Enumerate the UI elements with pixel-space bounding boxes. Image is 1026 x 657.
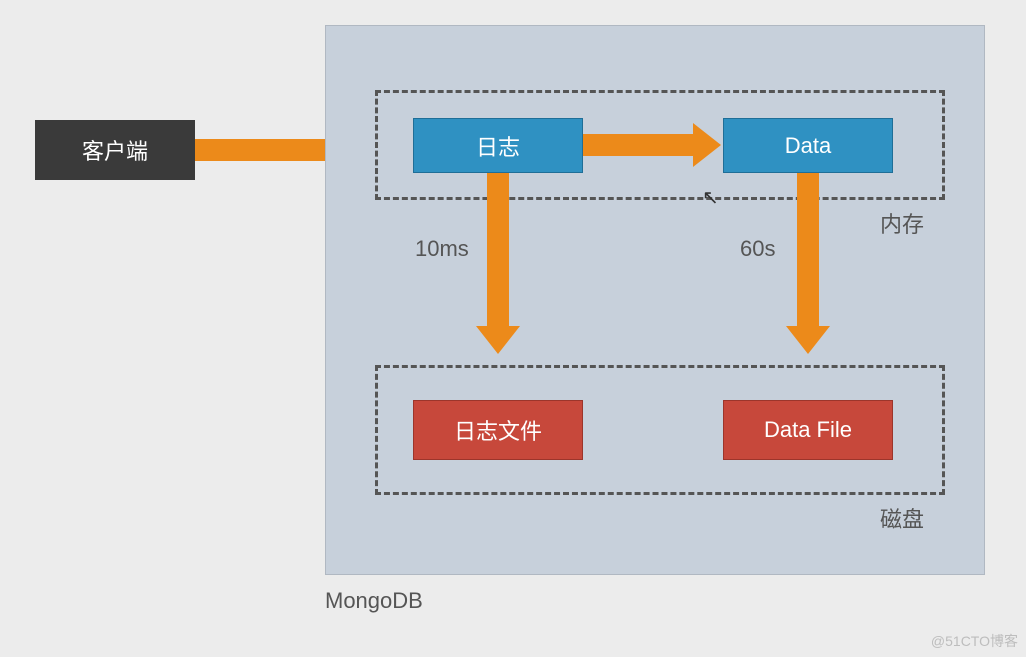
log-flush-interval: 10ms <box>415 236 469 262</box>
data-file-box: Data File <box>723 400 893 460</box>
data-flush-interval: 60s <box>740 236 775 262</box>
log-file-label: 日志文件 <box>454 414 542 446</box>
log-memory-label: 日志 <box>476 130 520 162</box>
arrow-log-to-logfile <box>487 173 509 326</box>
mongodb-label: MongoDB <box>325 588 423 614</box>
data-memory-box: Data <box>723 118 893 173</box>
arrow-data-to-datafile <box>797 173 819 326</box>
log-file-box: 日志文件 <box>413 400 583 460</box>
client-box: 客户端 <box>35 120 195 180</box>
disk-label: 磁盘 <box>880 502 924 534</box>
arrow-client-to-mongo <box>195 139 325 161</box>
data-memory-label: Data <box>785 133 831 159</box>
memory-label: 内存 <box>880 207 924 239</box>
watermark: @51CTO博客 <box>931 631 1018 651</box>
data-file-label: Data File <box>764 417 852 443</box>
cursor-icon: ↖ <box>702 185 719 210</box>
client-label: 客户端 <box>82 134 148 166</box>
arrow-log-to-data <box>583 134 693 156</box>
log-memory-box: 日志 <box>413 118 583 173</box>
